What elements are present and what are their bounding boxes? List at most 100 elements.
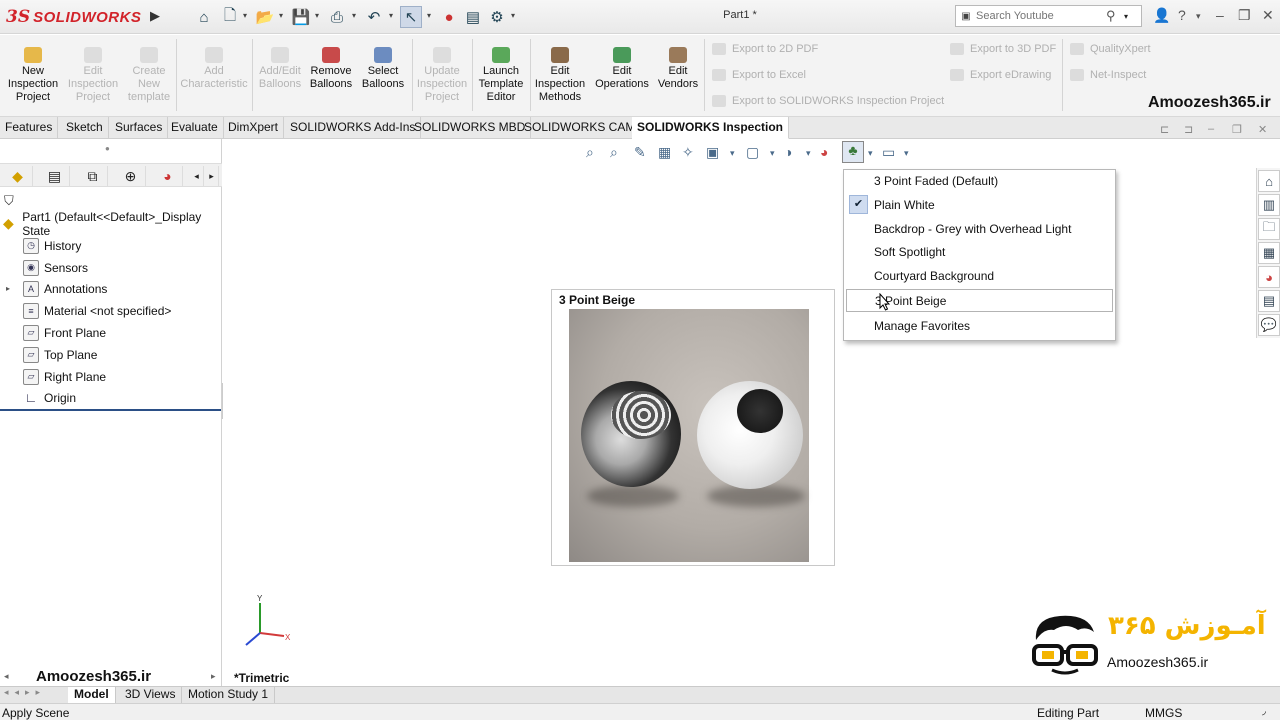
search-dropdown-icon[interactable]: ▾ bbox=[1124, 12, 1128, 21]
panel-grip-icon[interactable]: ● bbox=[105, 144, 110, 153]
filter-icon[interactable]: ⛉ bbox=[4, 193, 14, 209]
tree-item-annotations[interactable]: ▸ A Annotations bbox=[0, 278, 222, 299]
minimize-icon[interactable]: ‒ bbox=[1216, 7, 1224, 23]
tab-motion-study-1[interactable]: Motion Study 1 bbox=[182, 687, 276, 703]
edit-appearance-icon[interactable]: ◕ bbox=[820, 144, 828, 160]
select-balloons-button[interactable]: Select Balloons bbox=[358, 47, 408, 91]
tab-solidworks-cam[interactable]: SOLIDWORKS CAM bbox=[519, 117, 642, 139]
zoom-to-fit-icon[interactable]: ⌕ bbox=[586, 144, 594, 161]
tabs-scroll-left-icon[interactable]: ◂ bbox=[190, 166, 204, 186]
solidworks-logo[interactable]: 3S SOLIDWORKS bbox=[6, 4, 141, 30]
options-dropdown-icon[interactable]: ▾ bbox=[511, 11, 519, 21]
export-edrawing-button[interactable]: Export eDrawing bbox=[950, 69, 1051, 81]
rebuild-traffic-light-icon[interactable]: ● bbox=[438, 6, 460, 28]
user-icon[interactable]: 👤 bbox=[1153, 7, 1170, 24]
appearances-scenes-icon[interactable]: ◕ bbox=[1258, 266, 1280, 288]
menu-item-manage-favorites[interactable]: Manage Favorites bbox=[844, 315, 1115, 338]
hide-show-items-icon[interactable]: ◑ bbox=[784, 144, 792, 160]
file-explorer-icon[interactable]: 🗀 bbox=[1258, 218, 1280, 240]
update-inspection-project-button[interactable]: Update Inspection Project bbox=[416, 47, 468, 104]
file-properties-icon[interactable]: ▤ bbox=[462, 6, 484, 28]
view-settings-dropdown-icon[interactable]: ▾ bbox=[904, 148, 909, 159]
status-options-icon[interactable]: ◞ bbox=[1262, 706, 1266, 717]
tree-item-top-plane[interactable]: ▱ Top Plane bbox=[0, 344, 222, 365]
zoom-to-area-icon[interactable]: ⌕ bbox=[610, 144, 618, 161]
tab-features[interactable]: Features bbox=[0, 117, 59, 139]
undo-dropdown-icon[interactable]: ▾ bbox=[389, 11, 397, 21]
tree-item-material[interactable]: ≡ Material <not specified> bbox=[0, 300, 222, 321]
tree-item-history[interactable]: ◷ History bbox=[0, 235, 222, 256]
apply-scene-dropdown-icon[interactable]: ▾ bbox=[868, 148, 873, 159]
create-new-template-button[interactable]: Create New template bbox=[124, 47, 174, 104]
remove-balloons-button[interactable]: Remove Balloons bbox=[308, 47, 354, 91]
scroll-left-icon[interactable]: ◂ bbox=[4, 671, 9, 682]
feature-tree-tab-icon[interactable]: ◆ bbox=[3, 166, 33, 186]
rollback-bar[interactable] bbox=[0, 409, 221, 411]
tree-root-part[interactable]: ◆ Part1 (Default<<Default>_Display State bbox=[0, 210, 222, 238]
tree-item-right-plane[interactable]: ▱ Right Plane bbox=[0, 366, 222, 387]
menu-item-backdrop-grey[interactable]: Backdrop - Grey with Overhead Light bbox=[844, 218, 1115, 241]
design-library-icon[interactable]: ▥ bbox=[1258, 194, 1280, 216]
previous-view-icon[interactable]: ✎ bbox=[634, 144, 646, 161]
dynamic-annotation-icon[interactable]: ✧ bbox=[682, 144, 694, 161]
add-characteristic-button[interactable]: Add Characteristic bbox=[180, 47, 248, 91]
expand-arrow-icon[interactable]: ▸ bbox=[6, 284, 10, 293]
save-dropdown-icon[interactable]: ▾ bbox=[315, 11, 323, 21]
view-settings-icon[interactable]: ▭ bbox=[882, 144, 895, 161]
tile-right-icon[interactable]: ⊐ bbox=[1184, 123, 1193, 136]
export-inspection-project-button[interactable]: Export to SOLIDWORKS Inspection Project bbox=[712, 95, 944, 107]
edit-inspection-project-button[interactable]: Edit Inspection Project bbox=[66, 47, 120, 104]
tab-solidworks-addins[interactable]: SOLIDWORKS Add-Ins bbox=[285, 117, 422, 139]
select-dropdown-icon[interactable]: ▾ bbox=[427, 11, 435, 21]
search-input[interactable] bbox=[976, 10, 1106, 22]
display-style-dropdown-icon[interactable]: ▾ bbox=[770, 148, 775, 159]
scroll-right-icon[interactable]: ▸ bbox=[211, 671, 216, 682]
doc-close-icon[interactable]: ✕ bbox=[1258, 123, 1267, 136]
dimxpert-manager-tab-icon[interactable]: ⊕ bbox=[116, 166, 146, 186]
hide-show-dropdown-icon[interactable]: ▾ bbox=[806, 148, 811, 159]
new-dropdown-icon[interactable]: ▾ bbox=[243, 11, 251, 21]
search-icon[interactable]: ⚲ bbox=[1106, 8, 1124, 24]
section-view-icon[interactable]: ▦ bbox=[658, 144, 671, 161]
undo-icon[interactable]: ↶ bbox=[363, 6, 385, 28]
tile-left-icon[interactable]: ⊏ bbox=[1160, 123, 1169, 136]
view-palette-icon[interactable]: ▦ bbox=[1258, 242, 1280, 264]
home-icon[interactable]: ⌂ bbox=[193, 6, 215, 28]
display-manager-tab-icon[interactable]: ◕ bbox=[153, 166, 183, 186]
new-document-icon[interactable]: 🗋 bbox=[219, 6, 241, 28]
view-orientation-dropdown-icon[interactable]: ▾ bbox=[730, 148, 735, 159]
configuration-manager-tab-icon[interactable]: ⧉ bbox=[78, 166, 108, 186]
tab-solidworks-mbd[interactable]: SOLIDWORKS MBD bbox=[409, 117, 532, 139]
property-manager-tab-icon[interactable]: ▤ bbox=[40, 166, 70, 186]
menu-expand-icon[interactable]: ▶ bbox=[150, 8, 160, 24]
solidworks-resources-icon[interactable]: ⌂ bbox=[1258, 170, 1280, 192]
new-inspection-project-button[interactable]: New Inspection Project bbox=[4, 47, 62, 104]
doc-restore-icon[interactable]: ❐ bbox=[1232, 123, 1242, 136]
add-edit-balloons-button[interactable]: Add/Edit Balloons bbox=[256, 47, 304, 91]
help-icon[interactable]: ? bbox=[1178, 7, 1186, 23]
edit-operations-button[interactable]: Edit Operations bbox=[594, 47, 650, 91]
export-excel-button[interactable]: Export to Excel bbox=[712, 69, 806, 81]
doc-minimize-icon[interactable]: ‒ bbox=[1208, 123, 1214, 135]
menu-item-3-point-faded[interactable]: 3 Point Faded (Default) bbox=[844, 170, 1115, 193]
open-folder-icon[interactable]: 📂 bbox=[254, 6, 276, 28]
tree-item-front-plane[interactable]: ▱ Front Plane bbox=[0, 322, 222, 343]
menu-item-soft-spotlight[interactable]: Soft Spotlight bbox=[844, 241, 1115, 264]
menu-item-courtyard-background[interactable]: Courtyard Background bbox=[844, 265, 1115, 288]
tab-dimxpert[interactable]: DimXpert bbox=[223, 117, 285, 139]
apply-scene-icon[interactable]: ♣ bbox=[842, 141, 864, 163]
open-dropdown-icon[interactable]: ▾ bbox=[279, 11, 287, 21]
edit-inspection-methods-button[interactable]: Edit Inspection Methods bbox=[532, 47, 588, 104]
tabs-scroll-right-icon[interactable]: ▸ bbox=[205, 166, 219, 186]
edit-vendors-button[interactable]: Edit Vendors bbox=[656, 47, 700, 91]
export-3d-pdf-button[interactable]: Export to 3D PDF bbox=[950, 43, 1056, 55]
print-icon[interactable]: ⎙ bbox=[326, 6, 348, 28]
tab-surfaces[interactable]: Surfaces bbox=[110, 117, 169, 139]
launch-template-editor-button[interactable]: Launch Template Editor bbox=[476, 47, 526, 104]
menu-item-plain-white[interactable]: Plain White bbox=[844, 194, 1115, 217]
export-2d-pdf-button[interactable]: Export to 2D PDF bbox=[712, 43, 818, 55]
qualityxpert-button[interactable]: QualityXpert bbox=[1070, 43, 1151, 55]
display-style-icon[interactable]: ▢ bbox=[746, 144, 759, 161]
unit-system-selector[interactable]: MMGS bbox=[1145, 706, 1182, 720]
tab-model[interactable]: Model bbox=[68, 687, 116, 703]
